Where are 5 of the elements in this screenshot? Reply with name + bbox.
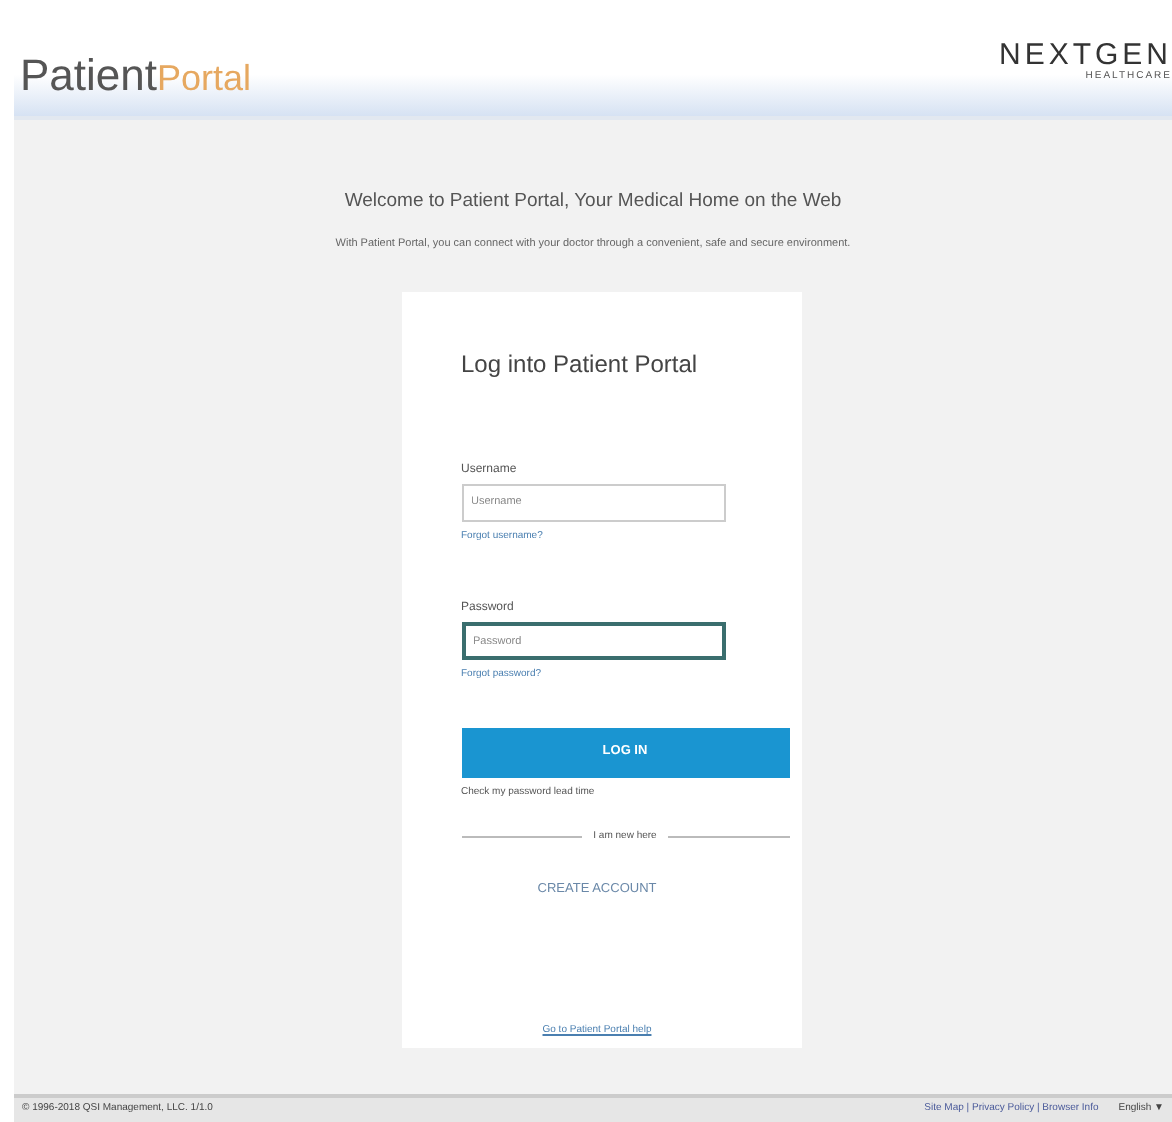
logo-text: Portal bbox=[157, 58, 252, 98]
welcome-title: Welcome to Patient Portal, Your Medical Home on the Web bbox=[344, 188, 842, 216]
logo-text: Patient bbox=[20, 50, 157, 100]
brand-logo: NEXTGEN bbox=[998, 40, 1172, 70]
login-title: Log into Patient Portal bbox=[461, 347, 700, 381]
